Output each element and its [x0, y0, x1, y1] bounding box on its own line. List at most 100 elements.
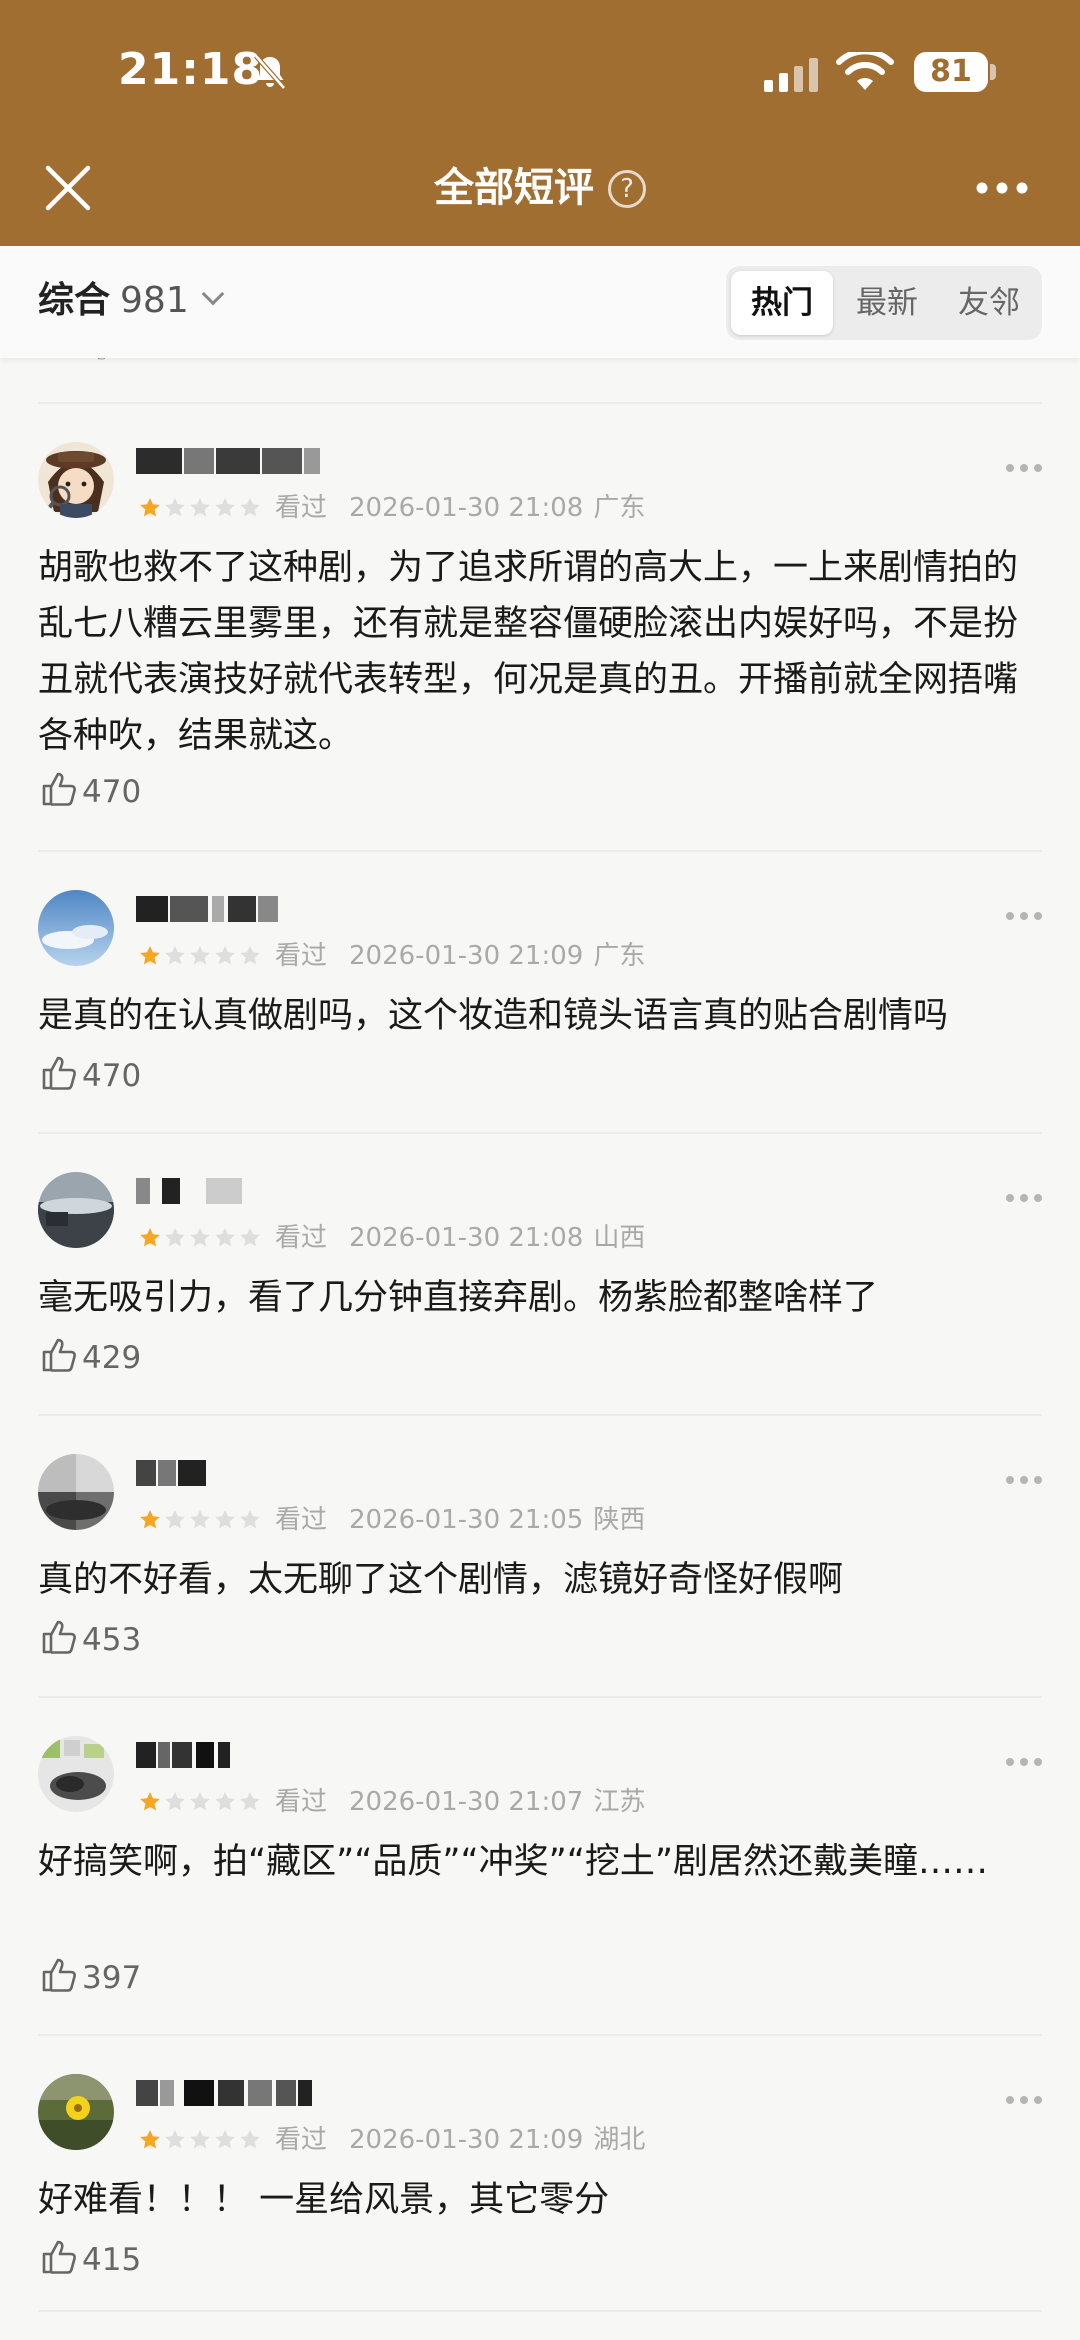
star-icon — [165, 946, 185, 965]
star-icon — [165, 498, 185, 517]
star-icon — [190, 946, 210, 965]
like-button[interactable]: 470 — [40, 770, 141, 814]
star-icon — [240, 946, 260, 965]
divider — [38, 2310, 1042, 2312]
comment-more-icon[interactable] — [1004, 1192, 1044, 1204]
timestamp: 2026-01-30 21:07 — [349, 1787, 584, 1817]
location: 山西 — [593, 1223, 646, 1253]
like-button[interactable]: 415 — [40, 2238, 141, 2282]
username-redacted[interactable] — [136, 2074, 366, 2110]
cellular-signal-icon — [764, 58, 818, 92]
avatar[interactable] — [38, 1454, 114, 1530]
star-rating — [138, 1224, 263, 1260]
help-icon[interactable]: ? — [608, 170, 646, 208]
location: 湖北 — [593, 2125, 646, 2155]
thumbs-up-icon — [42, 1958, 76, 1992]
comment-meta: 看过 2026-01-30 21:07 江苏 — [138, 1784, 645, 1820]
comment-count: 981 — [120, 280, 189, 321]
star-icon — [165, 2130, 185, 2149]
like-button[interactable]: 429 — [40, 1336, 141, 1380]
comment-text: 毫无吸引力，看了几分钟直接弃剧。杨紫脸都整啥样了 — [38, 1278, 879, 1318]
avatar[interactable] — [38, 1172, 114, 1248]
star-rating — [138, 1788, 263, 1824]
filter-bar: 综合 981 热门 最新 友邻 — [0, 246, 1080, 358]
like-button[interactable]: 397 — [40, 1956, 141, 2000]
comment-more-icon[interactable] — [1004, 1474, 1044, 1486]
comment-more-icon[interactable] — [1004, 2094, 1044, 2106]
like-button[interactable]: 470 — [40, 1054, 141, 1098]
location: 广东 — [593, 941, 646, 971]
timestamp: 2026-01-30 21:08 — [349, 1223, 584, 1253]
username-redacted[interactable] — [136, 1172, 366, 1208]
thumbs-up-icon — [42, 1338, 76, 1372]
comment-meta: 看过 2026-01-30 21:05 陕西 — [138, 1502, 645, 1538]
like-count: 453 — [82, 1622, 142, 1658]
watch-status: 看过 — [275, 1787, 328, 1817]
tab-hot[interactable]: 热门 — [731, 271, 833, 335]
like-button[interactable]: 453 — [40, 1618, 141, 1662]
username-redacted[interactable] — [136, 1454, 366, 1490]
comment-text: 好难看！！！ 一星给风景，其它零分 — [38, 2180, 610, 2220]
bell-off-icon — [254, 54, 286, 90]
watch-status: 看过 — [275, 493, 328, 523]
comment-meta: 看过 2026-01-30 21:08 广东 — [138, 490, 645, 526]
star-icon — [140, 1510, 160, 1529]
star-icon — [165, 1792, 185, 1811]
username-redacted[interactable] — [136, 1736, 366, 1772]
star-icon — [190, 2130, 210, 2149]
battery-cap — [990, 64, 996, 80]
thumbs-up-icon — [42, 1620, 76, 1654]
star-icon — [215, 1510, 235, 1529]
divider — [38, 1696, 1042, 1698]
avatar[interactable] — [38, 1736, 114, 1812]
like-count: 470 — [82, 774, 142, 810]
divider — [38, 850, 1042, 852]
timestamp: 2026-01-30 21:09 — [349, 941, 584, 971]
like-count: 397 — [82, 1960, 142, 1996]
thumbs-up-icon — [42, 772, 76, 806]
tab-latest[interactable]: 最新 — [837, 271, 937, 335]
tab-friends[interactable]: 友邻 — [939, 271, 1039, 335]
app-header: 21:18 81 全部短评? — [0, 0, 1080, 246]
thumbs-up-icon — [42, 2240, 76, 2274]
star-icon — [240, 1510, 260, 1529]
page-title: 全部短评 — [434, 165, 594, 211]
location: 陕西 — [593, 1505, 646, 1535]
like-count: 415 — [82, 2242, 142, 2278]
comment-text: 胡歌也救不了这种剧，为了追求所谓的高大上，一上来剧情拍的乱七八糟云里雾里，还有就… — [38, 548, 1019, 756]
star-icon — [140, 2130, 160, 2149]
star-icon — [190, 498, 210, 517]
like-count: 429 — [82, 1340, 142, 1376]
status-time: 21:18 — [118, 44, 264, 95]
star-icon — [215, 1228, 235, 1247]
username-redacted[interactable] — [136, 890, 366, 926]
timestamp: 2026-01-30 21:08 — [349, 493, 584, 523]
star-icon — [140, 1228, 160, 1247]
star-icon — [140, 946, 160, 965]
comment-text: 真的不好看，太无聊了这个剧情，滤镜好奇怪好假啊 — [38, 1560, 844, 1600]
thumbs-up-icon — [42, 1056, 76, 1090]
comment-more-icon[interactable] — [1004, 462, 1044, 474]
comment-more-icon[interactable] — [1004, 1756, 1044, 1768]
avatar[interactable] — [38, 442, 114, 518]
star-rating — [138, 1506, 263, 1542]
timestamp: 2026-01-30 21:05 — [349, 1505, 584, 1535]
more-options-icon[interactable] — [974, 176, 1030, 200]
avatar[interactable] — [38, 2074, 114, 2150]
sort-label: 综合 — [38, 280, 111, 321]
watch-status: 看过 — [275, 1223, 328, 1253]
watch-status: 看过 — [275, 1505, 328, 1535]
avatar[interactable] — [38, 890, 114, 966]
divider — [38, 1132, 1042, 1134]
thumbs-up-icon — [97, 358, 105, 360]
sort-dropdown[interactable]: 综合 981 — [38, 276, 225, 326]
page-title-bar: 全部短评? — [0, 160, 1080, 216]
username-redacted[interactable] — [136, 442, 366, 478]
star-icon — [140, 1792, 160, 1811]
comment-more-icon[interactable] — [1004, 910, 1044, 922]
star-icon — [240, 2130, 260, 2149]
star-icon — [165, 1228, 185, 1247]
watch-status: 看过 — [275, 941, 328, 971]
divider — [38, 1414, 1042, 1416]
star-icon — [240, 1228, 260, 1247]
